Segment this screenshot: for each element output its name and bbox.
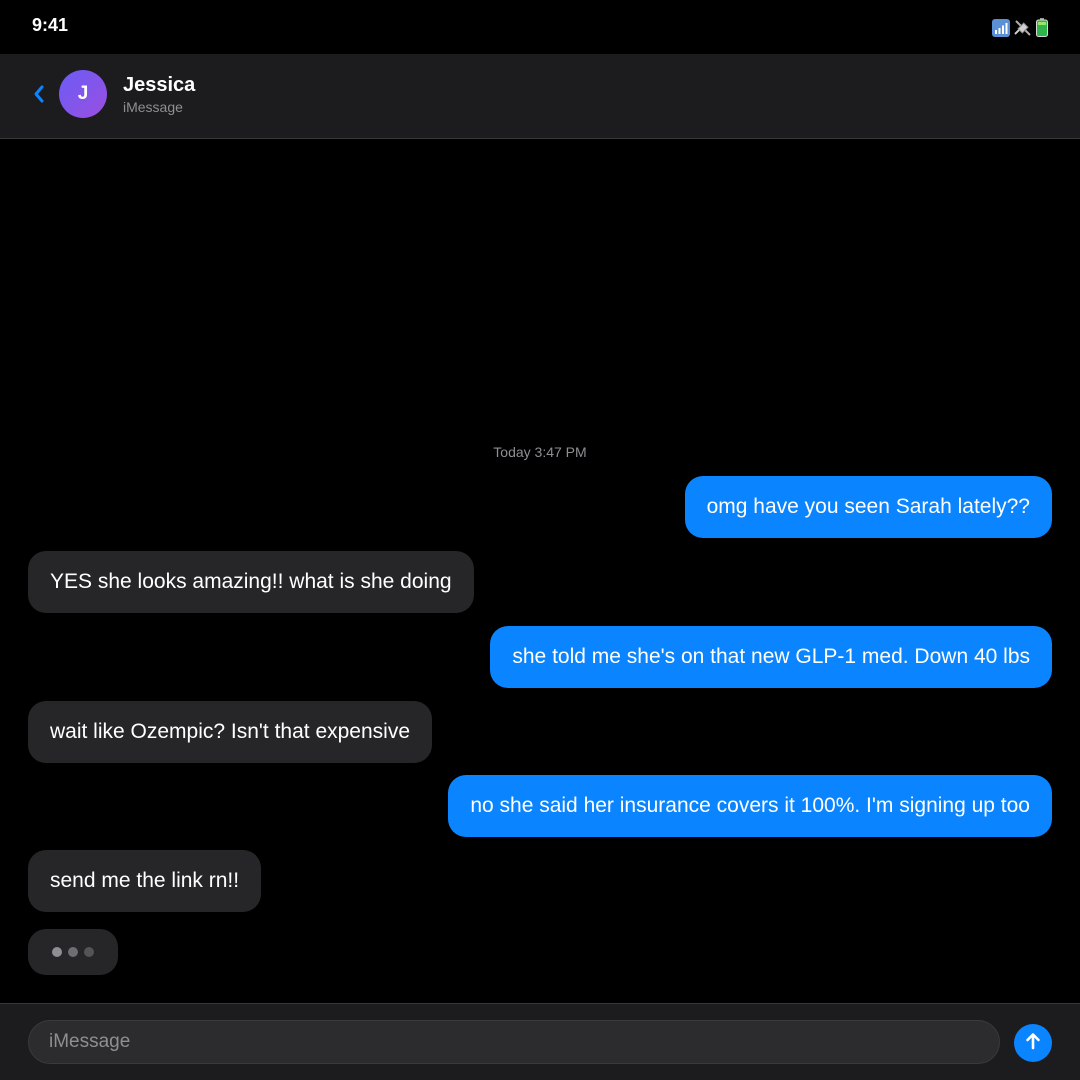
typing-dot xyxy=(68,947,78,957)
avatar-initial: J xyxy=(77,83,89,104)
message-bubble-received[interactable]: wait like Ozempic? Isn't that expensive xyxy=(28,701,433,763)
satellite-icon xyxy=(1013,19,1033,37)
status-icons xyxy=(992,18,1048,37)
messages-screen: 9:41 J Jessica iMessage Today 3:47 PM om… xyxy=(0,0,1080,1080)
typing-dot xyxy=(52,947,62,957)
signal-icon xyxy=(992,18,1010,37)
chevron-left-icon xyxy=(33,84,45,109)
message-bubble-sent[interactable]: omg have you seen Sarah lately?? xyxy=(684,476,1052,538)
status-bar: 9:41 xyxy=(0,0,1080,54)
battery-icon xyxy=(1036,18,1048,37)
message-timestamp: Today 3:47 PM xyxy=(493,444,587,460)
message-bubble-received[interactable]: YES she looks amazing!! what is she doin… xyxy=(28,551,474,613)
send-button[interactable] xyxy=(1014,1024,1052,1062)
avatar[interactable]: J xyxy=(59,70,107,118)
back-button[interactable] xyxy=(28,82,50,110)
typing-indicator xyxy=(28,929,118,975)
contact-name[interactable]: Jessica xyxy=(123,74,195,97)
message-input[interactable] xyxy=(28,1020,1000,1064)
message-bubble-sent[interactable]: she told me she's on that new GLP-1 med.… xyxy=(490,626,1052,688)
message-bubble-sent[interactable]: no she said her insurance covers it 100%… xyxy=(448,775,1052,837)
typing-dot xyxy=(84,947,94,957)
status-time: 9:41 xyxy=(32,15,69,35)
arrow-up-icon xyxy=(1025,1032,1041,1055)
composer-bar xyxy=(0,1003,1080,1080)
message-bubble-received[interactable]: send me the link rn!! xyxy=(28,850,262,912)
contact-service: iMessage xyxy=(123,99,183,115)
conversation-header: J Jessica iMessage xyxy=(0,54,1080,139)
